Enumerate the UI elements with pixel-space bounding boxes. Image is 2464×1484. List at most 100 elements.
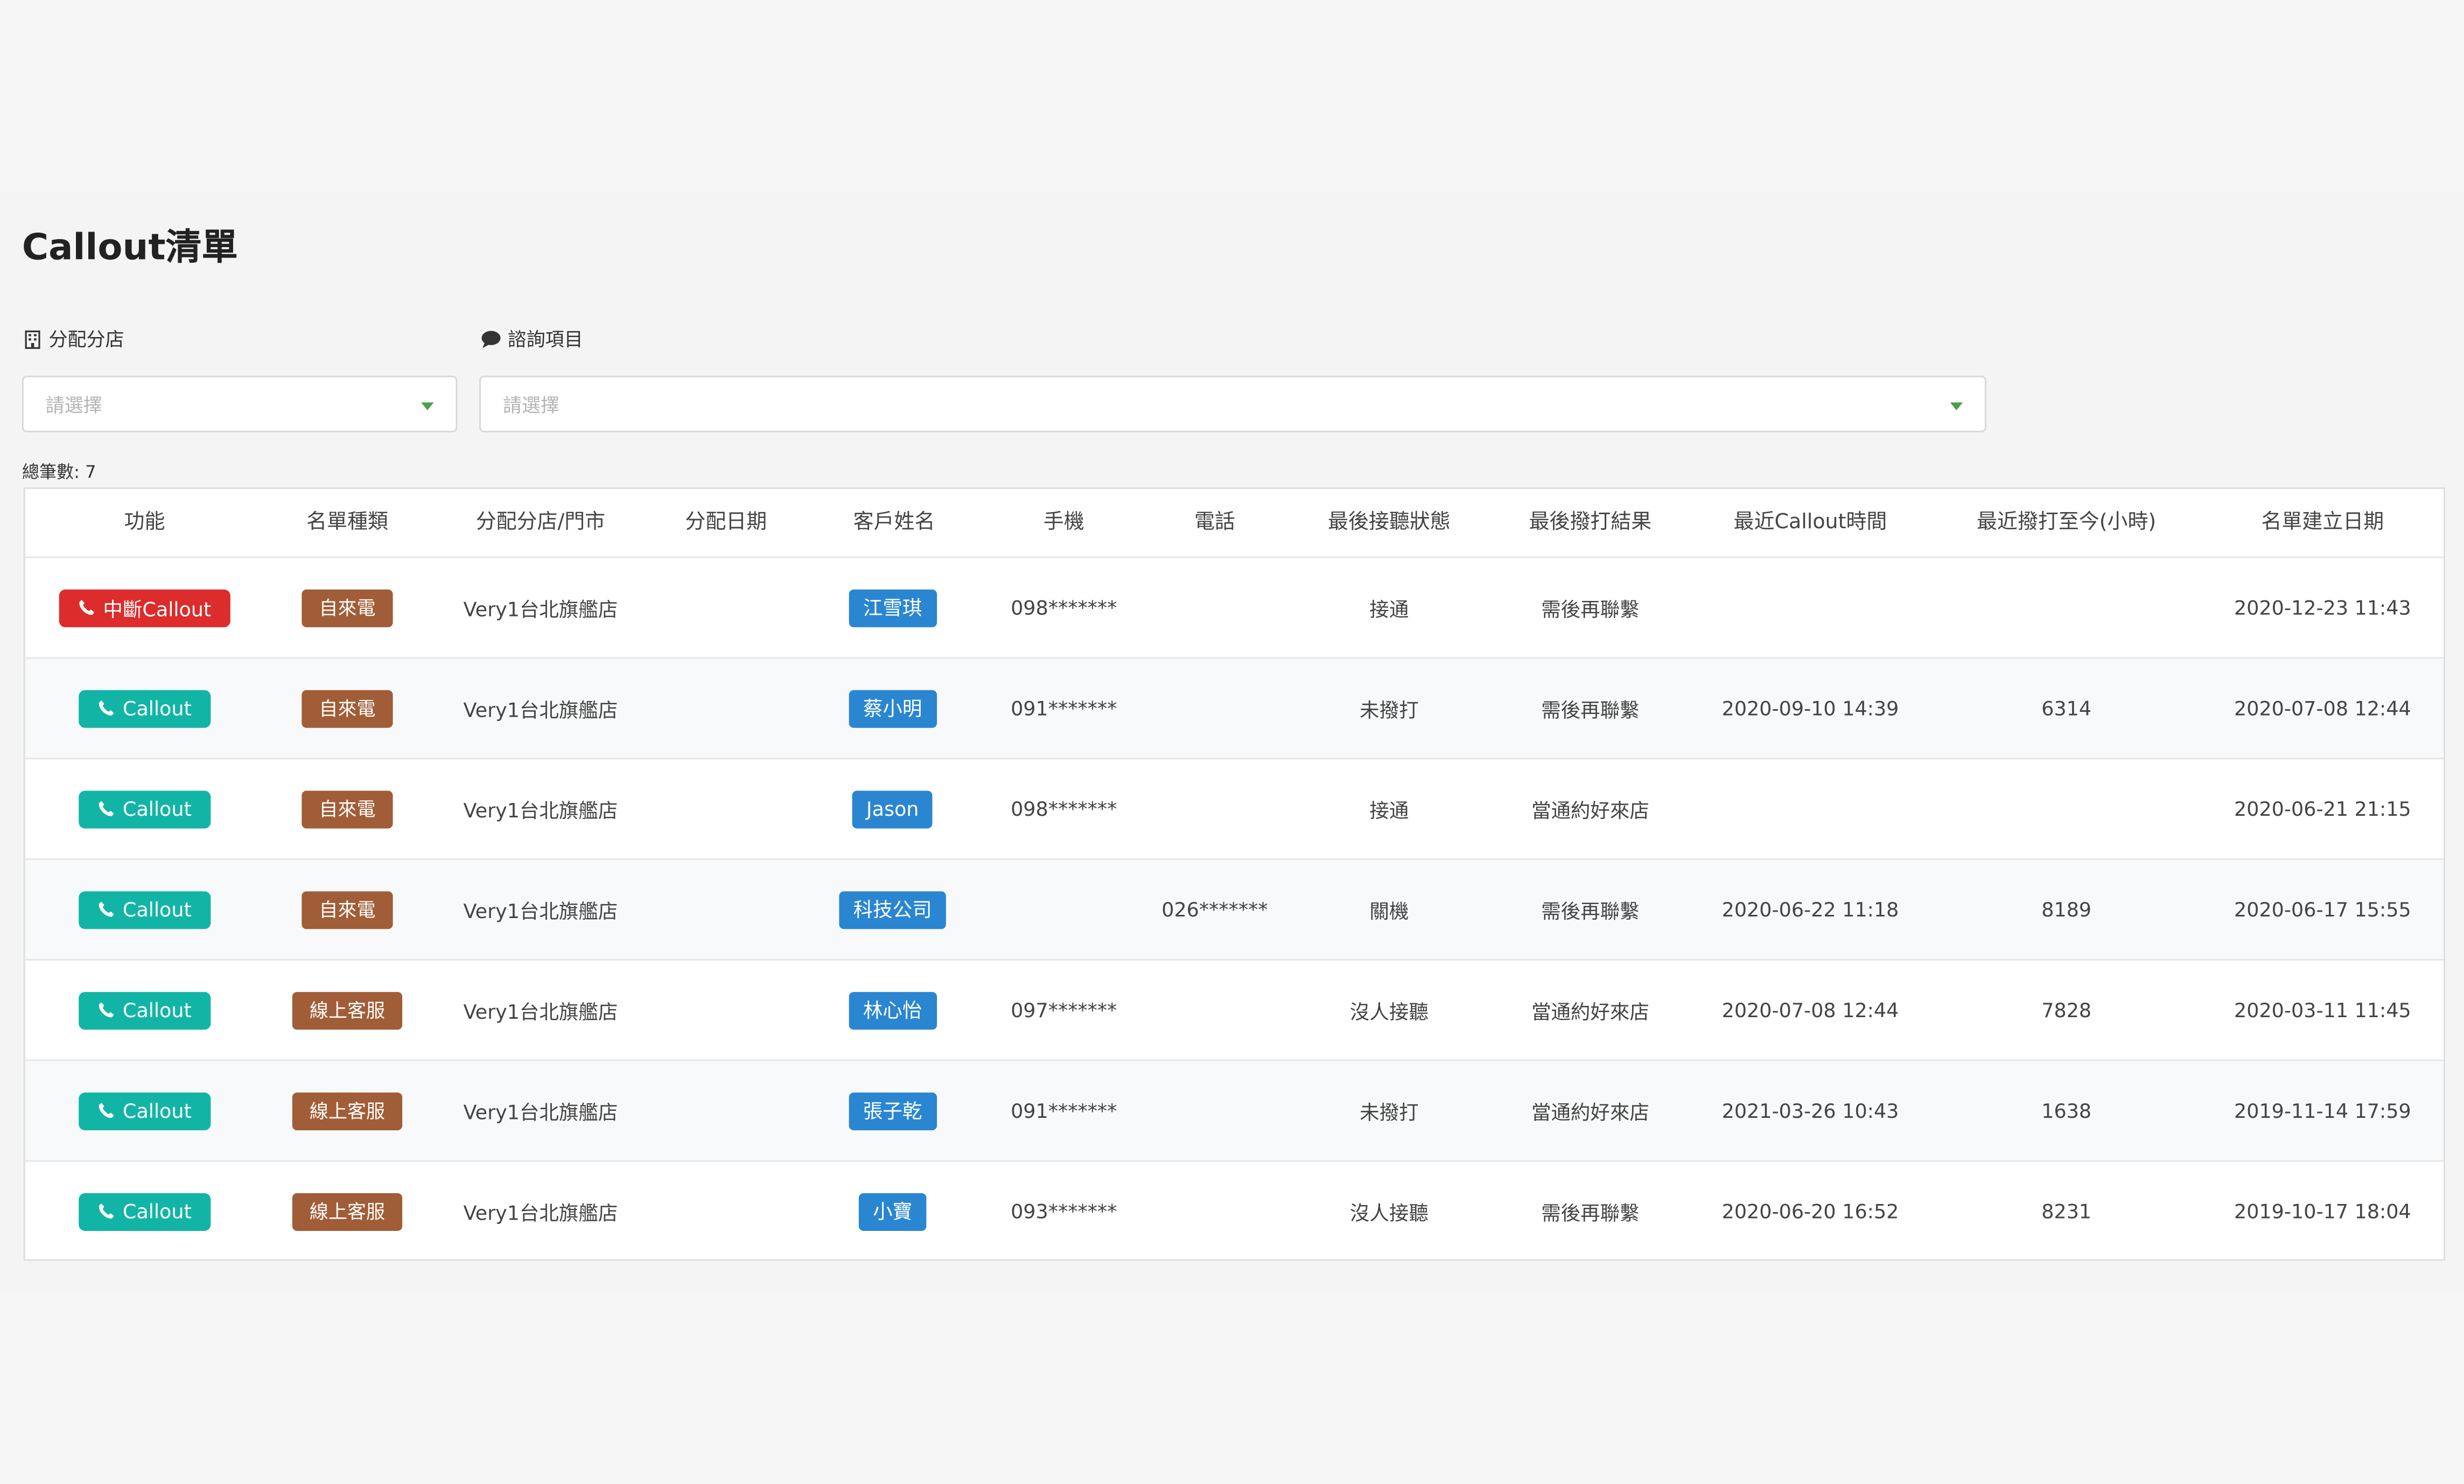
- answer-status-cell: 未撥打: [1360, 1100, 1419, 1124]
- callout-button-label: Callout: [122, 898, 192, 921]
- function-cell: Callout: [79, 860, 211, 959]
- store-cell: Very1台北旗艦店: [463, 597, 618, 621]
- phone-icon: [97, 1202, 115, 1220]
- customer-name-badge[interactable]: 科技公司: [839, 890, 946, 928]
- created-date-cell: 2019-11-14 17:59: [2234, 1098, 2411, 1123]
- header-phone: 電話: [1194, 510, 1235, 535]
- list-type-badge: 自來電: [302, 589, 393, 627]
- customer-cell: Jason: [852, 759, 933, 858]
- store-cell: Very1台北旗艦店: [463, 698, 618, 722]
- page-title: Callout清單: [22, 228, 238, 269]
- answer-status-cell: 關機: [1369, 899, 1409, 923]
- created-date-cell: 2020-07-08 12:44: [2234, 696, 2411, 720]
- answer-status-cell: 未撥打: [1360, 698, 1419, 722]
- header-last-callout: 最近Callout時間: [1733, 510, 1887, 535]
- table-row: Callout 自來電 Very1台北旗艦店 Jason 098******* …: [25, 759, 2444, 860]
- list-type-badge: 自來電: [302, 890, 393, 928]
- store-cell: Very1台北旗艦店: [463, 799, 618, 822]
- store-filter-label-text: 分配分店: [48, 328, 124, 351]
- last-callout-cell: 2020-06-20 16:52: [1721, 1199, 1899, 1223]
- function-cell: Callout: [79, 1162, 211, 1261]
- hours-since-cell: 1638: [2041, 1098, 2092, 1123]
- mobile-cell: 097*******: [1011, 998, 1117, 1022]
- phone-cell: 026*******: [1161, 898, 1268, 921]
- store-cell: Very1台北旗艦店: [463, 899, 618, 923]
- interrupt-callout-button[interactable]: 中斷Callout: [59, 589, 230, 627]
- answer-status-cell: 沒人接聽: [1349, 999, 1429, 1024]
- callout-table: 功能 名單種類 分配分店/門市 分配日期 客戶姓名 手機 電話 最後接聽狀態 最…: [23, 487, 2446, 1261]
- table-row: Callout 線上客服 Very1台北旗艦店 林心怡 097******* 沒…: [25, 961, 2444, 1061]
- function-cell: Callout: [79, 961, 211, 1060]
- list-type-cell: 線上客服: [292, 1162, 403, 1261]
- call-result-cell: 當通約好來店: [1531, 1100, 1649, 1124]
- function-cell: Callout: [79, 1061, 211, 1160]
- phone-icon: [97, 699, 115, 717]
- consult-filter-label-text: 諮詢項目: [507, 328, 583, 351]
- customer-name-badge[interactable]: 江雪琪: [849, 589, 936, 627]
- store-select-placeholder: 請選擇: [45, 394, 102, 416]
- list-type-badge: 自來電: [302, 790, 393, 828]
- hours-since-cell: 8231: [2041, 1199, 2092, 1223]
- call-result-cell: 當通約好來店: [1531, 999, 1649, 1024]
- header-mobile: 手機: [1043, 510, 1084, 535]
- header-assign-date: 分配日期: [685, 510, 767, 535]
- list-type-cell: 自來電: [302, 558, 393, 657]
- table-row: Callout 自來電 Very1台北旗艦店 蔡小明 091******* 未撥…: [25, 659, 2444, 760]
- created-date-cell: 2020-06-21 21:15: [2234, 797, 2411, 821]
- callout-button[interactable]: Callout: [79, 790, 211, 828]
- created-date-cell: 2019-10-17 18:04: [2234, 1199, 2411, 1223]
- callout-button-label: Callout: [122, 1199, 192, 1223]
- created-date-cell: 2020-06-17 15:55: [2234, 898, 2411, 921]
- store-cell: Very1台北旗艦店: [463, 999, 618, 1024]
- answer-status-cell: 接通: [1369, 799, 1409, 822]
- store-select[interactable]: 請選擇: [22, 375, 458, 432]
- header-hours-since: 最近撥打至今(小時): [1977, 510, 2157, 535]
- chevron-down-icon: [421, 402, 434, 410]
- last-callout-cell: 2020-06-22 11:18: [1721, 898, 1899, 921]
- callout-button[interactable]: Callout: [79, 991, 211, 1029]
- callout-button-label: Callout: [122, 998, 192, 1022]
- consult-filter-label: 諮詢項目: [481, 325, 583, 352]
- function-cell: Callout: [79, 659, 211, 758]
- call-result-cell: 需後再聯繫: [1541, 899, 1640, 923]
- answer-status-cell: 接通: [1369, 597, 1409, 621]
- callout-button-label: Callout: [122, 1098, 192, 1123]
- top-blank-area: [0, 0, 2464, 192]
- phone-icon: [97, 901, 115, 918]
- customer-name-badge[interactable]: 蔡小明: [849, 689, 936, 727]
- callout-list-page: Callout清單 分配分店 請選擇 諮詢項目 請選擇 總筆數: 7 功能 名單…: [0, 0, 2464, 1484]
- header-customer-name: 客戶姓名: [853, 510, 935, 535]
- callout-button[interactable]: Callout: [79, 689, 211, 727]
- callout-button[interactable]: Callout: [79, 1192, 211, 1230]
- table-header: 功能 名單種類 分配分店/門市 分配日期 客戶姓名 手機 電話 最後接聽狀態 最…: [25, 489, 2444, 558]
- mobile-cell: 098*******: [1011, 797, 1117, 821]
- callout-button-label: Callout: [122, 696, 192, 720]
- consult-select[interactable]: 請選擇: [479, 375, 1986, 432]
- chevron-down-icon: [1950, 402, 1963, 410]
- phone-icon: [97, 1002, 115, 1019]
- phone-icon: [97, 800, 115, 817]
- table-row: 中斷Callout 自來電 Very1台北旗艦店 江雪琪 098******* …: [25, 558, 2444, 659]
- mobile-cell: 091*******: [1011, 1098, 1117, 1123]
- customer-name-badge[interactable]: 小寶: [858, 1192, 927, 1230]
- function-cell: 中斷Callout: [59, 558, 230, 657]
- header-function: 功能: [124, 510, 165, 535]
- customer-cell: 蔡小明: [849, 659, 936, 758]
- customer-name-badge[interactable]: Jason: [852, 790, 933, 828]
- customer-name-badge[interactable]: 林心怡: [849, 991, 936, 1029]
- phone-icon: [97, 1102, 115, 1119]
- list-type-badge: 線上客服: [292, 1091, 403, 1130]
- list-type-badge: 自來電: [302, 689, 393, 727]
- mobile-cell: 098*******: [1011, 596, 1117, 620]
- created-date-cell: 2020-03-11 11:45: [2234, 998, 2411, 1022]
- mobile-cell: 091*******: [1011, 696, 1117, 720]
- hours-since-cell: 7828: [2041, 998, 2092, 1022]
- callout-button[interactable]: Callout: [79, 1091, 211, 1130]
- callout-button[interactable]: Callout: [79, 890, 211, 928]
- last-callout-cell: 2020-09-10 14:39: [1721, 696, 1899, 720]
- customer-cell: 科技公司: [839, 860, 946, 959]
- building-icon: [24, 330, 43, 348]
- list-type-cell: 自來電: [302, 759, 393, 858]
- list-type-cell: 自來電: [302, 860, 393, 959]
- customer-name-badge[interactable]: 張子乾: [849, 1091, 936, 1130]
